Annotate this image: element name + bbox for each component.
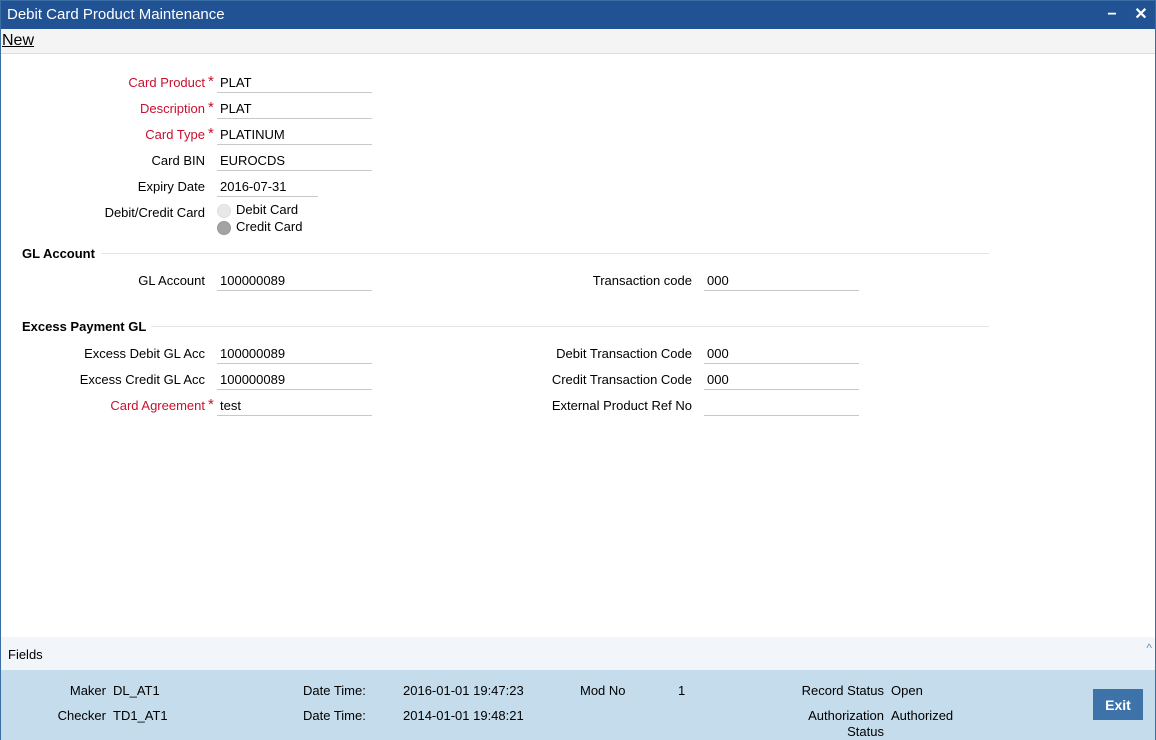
card-product-required-mark: *	[208, 73, 214, 90]
excess-debit-gl-input[interactable]	[217, 344, 372, 364]
gl-account-input[interactable]	[217, 271, 372, 291]
window-title: Debit Card Product Maintenance	[7, 6, 225, 23]
maker-datetime-value: 2016-01-01 19:47:23	[403, 683, 524, 698]
card-type-label: Card Type	[145, 127, 205, 142]
credit-transaction-code-input[interactable]	[704, 370, 859, 390]
debit-credit-label: Debit/Credit Card	[104, 205, 205, 220]
maintenance-window: Debit Card Product Maintenance − ✕ New C…	[0, 0, 1156, 740]
new-link[interactable]: New	[2, 32, 34, 50]
audit-footer	[1, 670, 1155, 740]
card-type-required-mark: *	[208, 125, 214, 142]
card-agreement-input[interactable]	[217, 396, 372, 416]
checker-label: Checker	[57, 708, 106, 723]
checker-value: TD1_AT1	[113, 708, 168, 723]
card-bin-input[interactable]	[217, 151, 372, 171]
credit-card-radio[interactable]	[217, 221, 231, 235]
expiry-date-input[interactable]	[217, 177, 318, 197]
fields-bar[interactable]: Fields ^	[1, 637, 1155, 670]
card-product-input[interactable]	[217, 73, 372, 93]
minimize-icon[interactable]: −	[1101, 4, 1123, 26]
authorization-status-value: Authorized	[891, 708, 954, 723]
debit-transaction-code-input[interactable]	[704, 344, 859, 364]
checker-datetime-label: Date Time:	[303, 708, 366, 723]
authorization-status-label-line2: Status	[847, 724, 884, 739]
maker-value: DL_AT1	[113, 683, 160, 698]
mod-no-label: Mod No	[580, 683, 626, 698]
maker-label: Maker	[69, 683, 106, 698]
gl-account-label: GL Account	[138, 273, 205, 288]
external-product-ref-label: External Product Ref No	[551, 398, 692, 413]
authorization-status-label-line1: Authorization	[808, 708, 884, 723]
close-icon[interactable]: ✕	[1130, 4, 1152, 26]
transaction-code-label: Transaction code	[592, 273, 692, 288]
description-required-mark: *	[208, 99, 214, 116]
card-type-input[interactable]	[217, 125, 372, 145]
transaction-code-input[interactable]	[704, 271, 859, 291]
record-status-label: Record Status	[801, 683, 884, 698]
card-bin-label: Card BIN	[151, 153, 205, 168]
maker-datetime-label: Date Time:	[303, 683, 366, 698]
credit-card-radio-label: Credit Card	[236, 219, 303, 234]
card-agreement-label: Card Agreement	[110, 398, 205, 413]
external-product-ref-input[interactable]	[704, 396, 859, 416]
excess-payment-divider	[151, 326, 989, 327]
debit-card-radio-label: Debit Card	[236, 202, 299, 217]
excess-credit-gl-input[interactable]	[217, 370, 372, 390]
card-agreement-required-mark: *	[208, 396, 214, 413]
debit-card-radio[interactable]	[217, 204, 231, 218]
expiry-date-label: Expiry Date	[137, 179, 205, 194]
excess-credit-gl-label: Excess Credit GL Acc	[79, 372, 205, 387]
excess-payment-section-heading: Excess Payment GL	[22, 319, 147, 334]
toolbar: New	[1, 29, 1155, 54]
excess-debit-gl-label: Excess Debit GL Acc	[84, 346, 205, 361]
title-bar: Debit Card Product Maintenance − ✕	[1, 1, 1155, 29]
card-product-label: Card Product	[128, 75, 205, 90]
checker-datetime-value: 2014-01-01 19:48:21	[403, 708, 524, 723]
gl-account-divider	[101, 253, 989, 254]
fields-label: Fields	[8, 647, 43, 662]
description-input[interactable]	[217, 99, 372, 119]
credit-transaction-code-label: Credit Transaction Code	[551, 372, 692, 387]
exit-button[interactable]: Exit	[1093, 689, 1143, 720]
chevron-up-icon[interactable]: ^	[1146, 641, 1152, 655]
mod-no-value: 1	[678, 683, 686, 698]
description-label: Description	[139, 101, 205, 116]
debit-transaction-code-label: Debit Transaction Code	[556, 346, 692, 361]
gl-account-section-heading: GL Account	[22, 246, 95, 261]
record-status-value: Open	[891, 683, 923, 698]
